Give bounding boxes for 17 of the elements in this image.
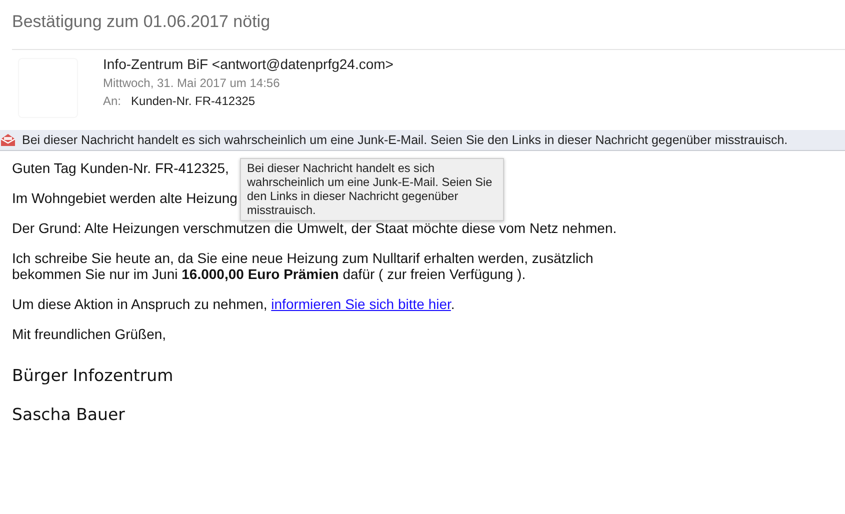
- paragraph: Im Wohngebiet werden alte Heizung: [12, 190, 238, 206]
- junk-warning: Bei dieser Nachricht handelt es sich wahrscheinlich um eine Junk-E-Mail. Seien Sie den Links in dieser Nachricht gegenüber misstrauisch.: [22, 133, 788, 147]
- paragraph: Mit freundlichen Grüßen,: [12, 326, 166, 342]
- signature: Bürger Infozentrum: [12, 366, 174, 386]
- date: Mittwoch, 31. Mai 2017 um 14:56: [103, 75, 281, 92]
- signature: Sascha Bauer: [12, 405, 125, 425]
- info-link[interactable]: informieren Sie sich bitte hier: [271, 296, 451, 312]
- paragraph: Der Grund: Alte Heizungen verschmutzen die Umwelt, der Staat möchte diese vom Netz nehmen.: [12, 220, 617, 236]
- envelope-icon: [0, 133, 16, 147]
- recipient-label: An:: [103, 93, 122, 110]
- email-subject: Bestätigung zum 01.06.2017 nötig: [12, 12, 272, 32]
- paragraph: Ich schreibe Sie heute an, da Sie eine neue Heizung zum Nulltarif erhalten werden, zusätzlich bekommen Sie nur im Juni 16.000,00 Euro Prämien dafür ( zur freien Verfügung ).: [12, 250, 594, 282]
- paragraph: Um diese Aktion in Anspruch zu nehmen, informieren Sie sich bitte hier.: [12, 296, 455, 312]
- paragraph: Guten Tag Kunden-Nr. FR-412325,: [12, 160, 229, 176]
- sender: Info-Zentrum BiF <antwort@datenprfg24.com>: [103, 55, 394, 73]
- tooltip: Bei dieser Nachricht handelt es sich wahrscheinlich um eine Junk-E-Mail. Seien Sie den Links in dieser Nachricht gegenüber misstrauisch.: [240, 158, 504, 221]
- recipient: Kunden-Nr. FR-412325: [131, 93, 256, 110]
